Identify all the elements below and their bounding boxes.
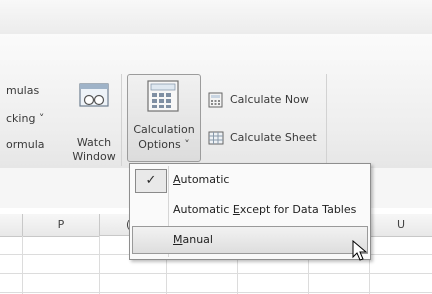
show-formulas-button-label[interactable]: mulas [6, 84, 39, 98]
grid-line [22, 236, 23, 294]
watch-window-label-2: Window [72, 150, 116, 163]
watch-window-icon [79, 83, 109, 107]
menu-item-label: Manual [173, 233, 213, 246]
calculation-options-menu: ✓ Automatic Automatic Except for Data Ta… [129, 163, 371, 260]
calculate-now-icon [208, 92, 223, 108]
menu-item-automatic-except-data-tables[interactable]: Automatic Except for Data Tables [131, 196, 369, 224]
menu-item-manual[interactable]: Manual [132, 226, 368, 254]
menu-item-label: Automatic Except for Data Tables [173, 203, 357, 216]
mouse-cursor-icon [352, 240, 368, 261]
calculator-icon [147, 80, 179, 112]
menu-item-label: Automatic [173, 173, 230, 186]
calculate-now-label: Calculate Now [230, 93, 309, 106]
column-header-p[interactable]: P [23, 214, 100, 237]
calculate-sheet-button[interactable]: Calculate Sheet [206, 128, 326, 148]
group-separator [326, 74, 327, 166]
error-checking-button-label[interactable]: cking ˅ [6, 112, 44, 126]
menu-item-automatic[interactable]: ✓ Automatic [131, 166, 369, 194]
calculation-options-label-2: Options ˅ [138, 138, 190, 151]
column-header-u[interactable]: U [370, 214, 432, 237]
grid-line [99, 236, 100, 294]
check-icon: ✓ [135, 169, 167, 193]
watch-window-label-1: Watch [76, 136, 112, 149]
calculate-sheet-label: Calculate Sheet [230, 131, 317, 144]
calculation-options-label-1: Calculation [133, 123, 195, 136]
column-header[interactable] [0, 214, 23, 237]
calculation-options-button[interactable]: Calculation Options ˅ [127, 74, 201, 162]
group-separator [121, 74, 122, 166]
calculate-now-button[interactable]: Calculate Now [206, 90, 326, 110]
column-label: U [396, 218, 406, 231]
column-label: P [57, 218, 65, 231]
calculate-sheet-icon [208, 131, 224, 145]
watch-window-button[interactable]: Watch Window [64, 80, 124, 163]
table-row [0, 274, 432, 293]
ribbon-tab-bar [0, 0, 432, 35]
evaluate-formula-button-label[interactable]: ormula [6, 138, 45, 152]
